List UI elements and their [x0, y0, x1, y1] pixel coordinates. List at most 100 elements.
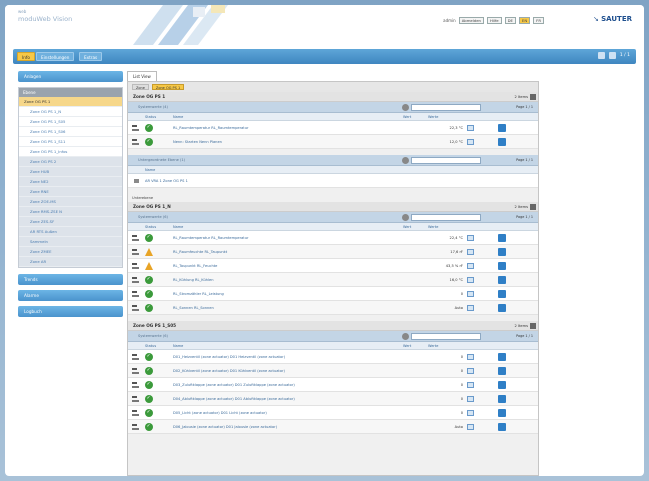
sidebar-item[interactable]: Zone OG PS 1_Infos	[19, 147, 122, 157]
row-name[interactable]: RL_Stromzähler RL_Leistung	[173, 287, 224, 301]
edit-icon[interactable]	[498, 276, 506, 284]
sidebar-button-1[interactable]: Alarme	[18, 290, 123, 301]
column-header[interactable]: Werte	[428, 223, 438, 231]
sidebar-item[interactable]: Zone OG PS 1_N	[19, 107, 122, 117]
sidebar-item[interactable]: Zone ZMEE	[19, 247, 122, 257]
row-name[interactable]: RL_Raumtemperatur RL_Raumtemperatur	[173, 231, 248, 245]
search-input[interactable]	[411, 214, 481, 221]
table-row[interactable]: RL_Raumtemperatur RL_Raumtemperatur 22,4 …	[128, 230, 538, 245]
table-row[interactable]: RL_Raumfeuchte RL_Taupunkt 17,6 rF	[128, 245, 538, 259]
column-header[interactable]: Wert	[403, 342, 411, 350]
sidebar-item[interactable]: Zone OG PS 1_S05	[19, 117, 122, 127]
trend-chart-icon[interactable]	[467, 125, 474, 131]
table-row[interactable]: D02_Kühlventil (zone actuator) D01 Kühlv…	[128, 363, 538, 378]
search-input[interactable]	[411, 333, 481, 340]
edit-icon[interactable]	[498, 304, 506, 312]
edit-icon[interactable]	[498, 138, 506, 146]
row-name[interactable]: RL_Raumfeuchte RL_Taupunkt	[173, 245, 227, 259]
tab-0[interactable]: Info	[17, 52, 35, 61]
section-menu-icon[interactable]	[530, 323, 536, 329]
edit-icon[interactable]	[498, 409, 506, 417]
trend-chart-icon[interactable]	[467, 249, 474, 255]
sidebar-item[interactable]: Zone NE2	[19, 177, 122, 187]
sidebar-item[interactable]: Zone RNE	[19, 187, 122, 197]
header-link-4[interactable]: EN	[518, 17, 531, 24]
header-link-3[interactable]: DE	[504, 17, 516, 24]
edit-icon[interactable]	[498, 124, 506, 132]
column-header[interactable]: Wert	[403, 113, 411, 121]
trend-chart-icon[interactable]	[467, 354, 474, 360]
sidebar-item[interactable]: Zone ZOE-MS	[19, 197, 122, 207]
settings-icon[interactable]	[608, 52, 616, 59]
trend-chart-icon[interactable]	[467, 424, 474, 430]
table-row[interactable]: RL_Sonnen RL_Sonnen Auto	[128, 300, 538, 315]
row-name[interactable]: RL_Raumtemperatur RL_Raumtemperatur	[173, 121, 248, 135]
tab-1[interactable]: Einstellungen	[36, 52, 75, 61]
section-menu-icon[interactable]	[530, 94, 536, 100]
breadcrumb-item[interactable]: Zone OG PS 1	[151, 84, 185, 90]
row-name[interactable]: RL_Kühlung RL_Kühlen	[173, 273, 214, 287]
edit-icon[interactable]	[498, 248, 506, 256]
edit-icon[interactable]	[498, 395, 506, 403]
header-link-1[interactable]: Abmelden	[458, 17, 484, 24]
column-header[interactable]: Name	[145, 166, 155, 174]
toolbar-label[interactable]: Untergeordnete Ebene (1)	[138, 158, 185, 162]
header-link-5[interactable]: FR	[533, 17, 544, 24]
row-name[interactable]: D03_Zuluftklappe (zone actuator) D01 Zul…	[173, 378, 295, 392]
edit-icon[interactable]	[498, 353, 506, 361]
sidebar-button-anlagen[interactable]: Anlagen	[18, 71, 123, 82]
column-header[interactable]: Werte	[428, 113, 438, 121]
table-row[interactable]: Nenn: Starten Nenn Planen 12,0 °C	[128, 134, 538, 149]
search-input[interactable]	[411, 157, 481, 164]
sidebar-item[interactable]: Zone HUB	[19, 167, 122, 177]
table-row[interactable]: D01_Heizventil (zone actuator) D01 Heizv…	[128, 349, 538, 364]
sidebar-item[interactable]: Zone OG PS 1_S06	[19, 127, 122, 137]
column-header[interactable]: Name	[173, 223, 183, 231]
header-link-2[interactable]: Hilfe	[486, 17, 502, 24]
tab-list-view[interactable]: List View	[127, 71, 157, 81]
column-header[interactable]: Name	[173, 342, 183, 350]
trend-chart-icon[interactable]	[467, 277, 474, 283]
search-icon[interactable]	[402, 104, 409, 111]
edit-icon[interactable]	[498, 367, 506, 375]
search-icon[interactable]	[402, 333, 409, 340]
toolbar-label[interactable]: Systemwerte (6)	[138, 334, 168, 338]
section-menu-icon[interactable]	[530, 204, 536, 210]
table-row[interactable]: AR VRA 1 Zone OG PS 1	[128, 174, 538, 188]
sidebar-button-2[interactable]: Logbuch	[18, 306, 123, 317]
trend-chart-icon[interactable]	[467, 396, 474, 402]
sidebar-item[interactable]: Zone OG PS 2	[19, 157, 122, 167]
sidebar-item[interactable]: Zone AR	[19, 257, 122, 267]
edit-icon[interactable]	[498, 423, 506, 431]
table-row[interactable]: RL_Raumtemperatur RL_Raumtemperatur 22,3 …	[128, 120, 538, 135]
search-icon[interactable]	[402, 157, 409, 164]
column-header[interactable]: Name	[173, 113, 183, 121]
row-name[interactable]: RL_Taupunkt RL_Feuchte	[173, 259, 217, 273]
header-link-0[interactable]: admin	[443, 18, 456, 23]
row-name[interactable]: Nenn: Starten Nenn Planen	[173, 135, 222, 149]
row-name[interactable]: D02_Kühlventil (zone actuator) D01 Kühlv…	[173, 364, 285, 378]
trend-chart-icon[interactable]	[467, 263, 474, 269]
breadcrumb-item[interactable]: Zone	[132, 84, 149, 90]
edit-icon[interactable]	[498, 234, 506, 242]
row-name[interactable]: D01_Heizventil (zone actuator) D01 Heizv…	[173, 350, 285, 364]
sidebar-item[interactable]: Zone RMS-ZSE N	[19, 207, 122, 217]
search-icon[interactable]	[402, 214, 409, 221]
edit-icon[interactable]	[498, 381, 506, 389]
edit-icon[interactable]	[498, 262, 506, 270]
table-row[interactable]: D05_Licht (zone actuator) D01 Licht (zon…	[128, 405, 538, 420]
column-header[interactable]: Werte	[428, 342, 438, 350]
table-row[interactable]: RL_Kühlung RL_Kühlen 16,0 °C	[128, 272, 538, 287]
print-icon[interactable]	[597, 52, 605, 59]
table-row[interactable]: D06_Jalousie (zone actuator) D01 Jalousi…	[128, 419, 538, 434]
row-name[interactable]: AR VRA 1 Zone OG PS 1	[145, 174, 188, 188]
sidebar-item[interactable]: Zone ZES-SF	[19, 217, 122, 227]
column-header[interactable]: Wert	[403, 223, 411, 231]
toolbar-label[interactable]: Systemwerte (6)	[138, 215, 168, 219]
trend-chart-icon[interactable]	[467, 139, 474, 145]
edit-icon[interactable]	[498, 290, 506, 298]
search-input[interactable]	[411, 104, 481, 111]
table-row[interactable]: D03_Zuluftklappe (zone actuator) D01 Zul…	[128, 377, 538, 392]
trend-chart-icon[interactable]	[467, 235, 474, 241]
toolbar-label[interactable]: Systemwerte (4)	[138, 105, 168, 109]
